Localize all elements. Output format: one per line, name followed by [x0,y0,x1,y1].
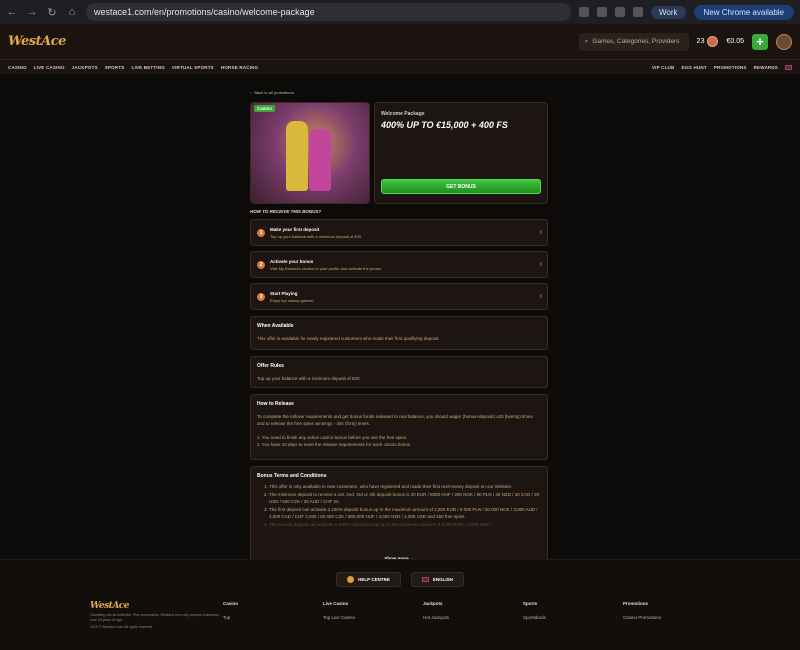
nav-rewards[interactable]: REWARDS [754,65,778,70]
footer-col-promotions: Promotions Casino Promotions [623,601,662,620]
site-header: WestAce ⌕ Games, Categories, Providers 2… [0,24,800,60]
nav-sports[interactable]: SPORTS [105,65,125,70]
reload-icon[interactable]: ↻ [46,6,58,19]
nav-jackpots[interactable]: JACKPOTS [72,65,98,70]
step-desc: Top up your balance with a minimum depos… [270,233,362,239]
footer: HELP CENTRE ENGLISH WestAce Gambling can… [0,559,800,650]
chevron-left-icon: ‹ [250,90,252,95]
browser-toolbar: ← → ↻ ⌂ westace1.com/en/promotions/casin… [0,0,800,24]
promo-card: Welcome Package 400% UP TO €15,000 + 400… [374,102,548,204]
deposit-button[interactable]: + [752,33,768,50]
panel-title: Offer Rules [257,363,284,369]
address-bar[interactable]: westace1.com/en/promotions/casino/welcom… [86,3,571,21]
footer-col-live-casino: Live Casino Top Live Casino [323,601,356,620]
footer-col-casino: Casino Top [223,601,239,620]
nav-vip-club[interactable]: VIP CLUB [652,65,675,70]
panel-title: When Available [257,323,294,329]
back-link[interactable]: ‹ Back to all promotions [250,90,548,95]
category-badge: Casino [254,105,276,112]
step-title: Activate your bonus [270,258,314,264]
footer-col-jackpots: Jackpots Hot Jackpots [423,601,450,620]
offer-rules-panel: Offer Rules Top up your balance with a m… [250,356,548,388]
list-item: The first deposit can activate a 100% de… [269,507,541,521]
footer-logo: WestAce [90,601,130,611]
nav-egg-hunt[interactable]: EGG HUNT [681,65,706,70]
how-to-release-panel: How to Release To complete the rollover … [250,394,548,460]
help-centre-button[interactable]: HELP CENTRE [336,572,401,587]
list-item: This offer is only available to new cust… [269,484,541,491]
coin-counter[interactable]: 23 [697,36,719,47]
panel-title: How to Release [257,401,294,407]
step-number: 2 [257,260,265,269]
update-pill[interactable]: New Chrome available [693,4,794,20]
uk-flag-icon[interactable] [785,64,792,70]
url-text: westace1.com/en/promotions/casino/welcom… [94,7,315,17]
search-icon: ⌕ [584,37,589,45]
copyright: 2025 © Westace.com All rights reserved. [90,624,154,629]
how-to-title: HOW TO RECEIVE THIS BONUS? [250,209,322,214]
nav-promotions[interactable]: PROMOTIONS [714,65,747,70]
panel-text: Top up your balance with a minimum depos… [257,376,361,381]
cowboy-figure [286,121,308,191]
step-item[interactable]: 2 Activate your bonus Visit My Bonuses s… [250,251,548,278]
back-icon[interactable]: ← [6,6,18,18]
list-item: The second deposit can activate a 100% d… [269,522,541,529]
terms-list: This offer is only available to new cust… [257,484,541,529]
coin-icon [707,36,719,47]
step-number: 3 [257,292,265,301]
promo-image: Casino [250,102,370,204]
avatar[interactable] [776,33,792,50]
step-title: Start Playing [270,290,298,296]
footer-col-sports: Sports Sportsbook [523,601,546,620]
step-item[interactable]: 1 Make your first deposit Top up your ba… [250,219,548,246]
chevron-right-icon: › [539,261,542,268]
search-input[interactable]: ⌕ Games, Categories, Providers [578,32,689,51]
nav-virtual-sports[interactable]: VIRTUAL SPORTS [172,65,214,70]
home-icon[interactable]: ⌂ [66,6,78,18]
extension-icon[interactable] [578,7,589,17]
step-desc: Enjoy top casino games! [270,297,314,303]
extension-icon[interactable] [596,7,607,17]
get-bonus-button[interactable]: GET BONUS [381,179,541,194]
chevron-right-icon: › [539,293,542,300]
terms-panel: Bonus Terms and Conditions This offer is… [250,466,548,569]
panel-title: Bonus Terms and Conditions [257,473,327,479]
help-icon [347,576,355,583]
language-button[interactable]: ENGLISH [410,572,464,587]
step-desc: Visit My Bonuses section in your profile… [270,265,382,271]
search-placeholder: Games, Categories, Providers [592,38,680,45]
nav-live-casino[interactable]: LIVE CASINO [34,65,65,70]
promo-subtitle: Welcome Package [381,111,425,117]
panel-text: To complete the rollover requirements an… [257,414,533,426]
promo-content: ‹ Back to all promotions Casino Welcome … [250,90,548,569]
promo-title: 400% UP TO €15,000 + 400 FS [381,120,508,130]
chevron-right-icon: › [539,229,542,236]
balance[interactable]: €0.05 [726,38,744,45]
step-item[interactable]: 3 Start Playing Enjoy top casino games! … [250,283,548,310]
when-available-panel: When Available This offer is available f… [250,316,548,350]
footer-brand: WestAce Gambling can be addictive. Play … [90,601,223,630]
nav-casino[interactable]: CASINO [8,65,27,70]
site-logo[interactable]: WestAce [8,34,66,49]
profile-pill[interactable]: Work [650,5,686,19]
disclaimer: Gambling can be addictive. Play responsi… [90,613,220,622]
release-line: 1. You need to finish any active casino … [257,434,408,440]
nav-live-betting[interactable]: LIVE BETTING [132,65,165,70]
panel-text: This offer is available for newly regist… [257,336,440,341]
list-item: The minimum deposit to receive a 1st, 2n… [269,492,541,506]
release-line: 2. You have 10 days to meet the release … [257,441,412,447]
nav-horse-racing[interactable]: HORSE RACING [221,65,258,70]
step-number: 1 [257,228,265,237]
cowgirl-figure [309,129,331,191]
uk-flag-icon [421,577,429,582]
extension-icon[interactable] [632,7,643,17]
step-title: Make your first deposit [270,226,320,232]
extension-icon[interactable] [614,7,625,17]
forward-icon[interactable]: → [26,6,38,18]
main-nav: CASINO LIVE CASINO JACKPOTS SPORTS LIVE … [0,60,800,74]
